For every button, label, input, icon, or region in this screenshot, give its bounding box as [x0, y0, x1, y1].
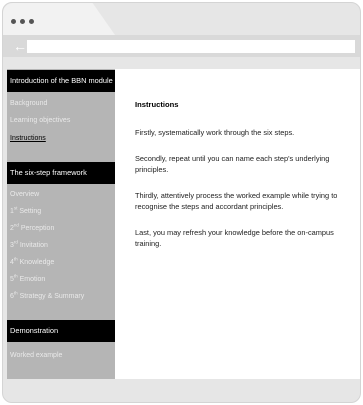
url-input[interactable]	[27, 40, 355, 53]
step-label: Strategy & Summary	[17, 293, 85, 300]
step-label: Emotion	[17, 276, 46, 283]
section-header-demonstration[interactable]: Demonstration	[7, 320, 115, 342]
sidebar-item-worked-example[interactable]: Worked example	[10, 351, 62, 361]
page: ← Introduction of the BBN module Backgro…	[0, 0, 363, 405]
section-header-introduction[interactable]: Introduction of the BBN module	[7, 70, 115, 92]
step-label: Perception	[18, 225, 55, 232]
paragraph-3: Thirdly, attentively process the worked …	[135, 191, 338, 211]
main-content: Instructions Firstly, systematically wor…	[135, 69, 355, 379]
sidebar-item-strategy-summary[interactable]: 6th Strategy & Summary	[10, 291, 85, 302]
paragraph-4: Last, you may refresh your knowledge bef…	[135, 228, 334, 248]
sidebar-item-overview[interactable]: Overview	[10, 190, 39, 200]
minimize-window-dot-icon[interactable]	[20, 19, 25, 24]
sidebar: Introduction of the BBN module Backgroun…	[7, 69, 115, 379]
close-window-dot-icon[interactable]	[11, 19, 16, 24]
sidebar-item-knowledge[interactable]: 4th Knowledge	[10, 257, 55, 268]
sidebar-item-background[interactable]: Background	[10, 99, 47, 109]
step-label: Setting	[17, 208, 42, 215]
sidebar-item-perception[interactable]: 2nd Perception	[10, 223, 55, 234]
browser-window: ← Introduction of the BBN module Backgro…	[2, 2, 361, 403]
maximize-window-dot-icon[interactable]	[29, 19, 34, 24]
sidebar-item-invitation[interactable]: 3rd Invitation	[10, 240, 48, 251]
step-label: Knowledge	[17, 259, 55, 266]
sidebar-item-learning-objectives[interactable]: Learning objectives	[10, 116, 70, 126]
window-controls	[11, 19, 34, 24]
sidebar-item-instructions[interactable]: Instructions	[10, 134, 46, 144]
sidebar-item-setting[interactable]: 1st Setting	[10, 206, 42, 217]
back-arrow-icon[interactable]: ←	[13, 38, 27, 54]
paragraph-1: Firstly, systematically work through the…	[135, 128, 295, 137]
title-bar	[3, 3, 360, 35]
paragraph-2: Secondly, repeat until you can name each…	[135, 154, 330, 174]
step-label: Invitation	[17, 242, 48, 249]
page-title: Instructions	[135, 100, 179, 109]
section-header-six-step-framework[interactable]: The six-step framework	[7, 162, 115, 184]
page-content: Introduction of the BBN module Backgroun…	[7, 69, 360, 379]
sidebar-item-emotion[interactable]: 5th Emotion	[10, 274, 46, 285]
